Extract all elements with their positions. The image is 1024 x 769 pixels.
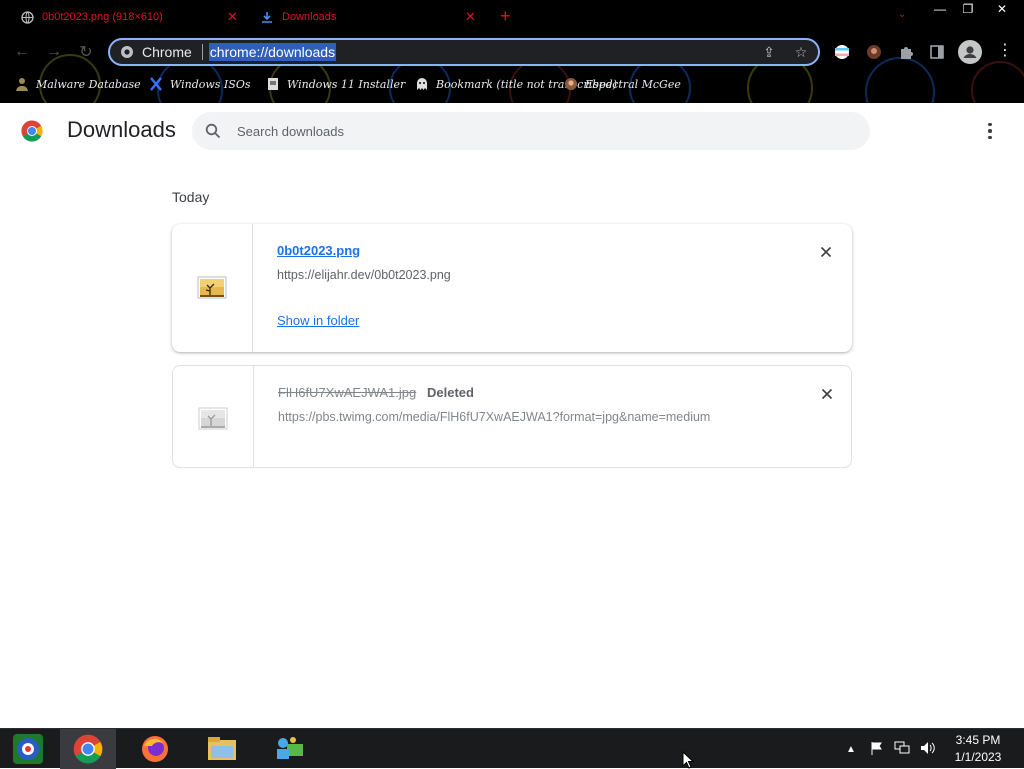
site-label: Chrome [142,44,192,60]
extension-flag-icon[interactable] [832,42,852,62]
file-name-link[interactable]: 0b0t2023.png [277,243,360,258]
avatar-icon [563,76,579,92]
window-controls: — ❐ ✕ [926,0,1022,18]
chrome-icon [73,734,103,764]
action-center-flag-icon[interactable] [870,741,884,758]
tab-title: 0b0t2023.png (918×610) [42,11,163,23]
new-tab-button[interactable]: + [500,7,511,25]
status-badge: Deleted [427,385,474,400]
share-icon[interactable]: ⇪ [760,44,778,61]
taskbar-file-explorer[interactable] [194,729,250,769]
user-silhouette-icon [14,76,30,92]
volume-icon[interactable] [920,741,936,758]
tab-search-icon[interactable]: ⌄ [898,9,906,20]
tab-downloads[interactable]: Downloads ✕ [260,4,485,30]
bookmarks-bar: Malware Database Windows ISOs Windows 11… [0,72,1024,96]
clock-time: 3:45 PM [955,733,1001,747]
tab-close-icon[interactable]: ✕ [465,9,476,25]
start-button[interactable] [0,729,56,769]
tab-title: Downloads [282,11,337,23]
network-icon[interactable] [894,741,910,758]
bookmark-item[interactable]: Windows ISOs [148,74,250,94]
remove-from-list-icon[interactable] [816,242,836,262]
tab-image[interactable]: 0b0t2023.png (918×610) ✕ [20,4,245,30]
tab-strip: 0b0t2023.png (918×610) ✕ Downloads ✕ + ⌄ [0,0,1024,34]
omnibox-divider [201,44,203,60]
bookmark-label: Malware Database [36,77,141,91]
bookmark-label: Windows 11 Installer [287,77,406,91]
forward-icon[interactable]: → [43,41,65,63]
globe-icon [20,10,34,24]
downloads-page: Downloads Today 0b0t2023.png https://eli… [0,103,1024,728]
file-icon-column [172,224,253,352]
bookmark-label: Espectral McGee [585,77,681,91]
system-clock[interactable]: 3:45 PM 1/1/2023 [946,732,1010,766]
reload-icon[interactable]: ↻ [75,41,97,63]
system-tray: ▲ [846,729,936,769]
taskbar-firefox[interactable] [127,729,183,769]
close-window-icon[interactable]: ✕ [982,0,1022,18]
bookmark-item[interactable]: Windows 11 Installer [265,74,405,94]
file-icon-column [173,366,254,467]
chrome-logo-icon [21,120,43,142]
omnibox[interactable]: Chrome chrome://downloads ⇪ ☆ [108,38,820,66]
search-bar[interactable] [192,112,870,150]
x-logo-icon [148,76,164,92]
start-orb-icon [13,734,43,764]
image-file-icon [197,276,227,299]
more-actions-icon[interactable] [982,121,998,141]
tab-close-icon[interactable]: ✕ [227,9,238,25]
bookmark-star-icon[interactable]: ☆ [792,44,810,61]
download-icon [260,10,274,24]
back-icon[interactable]: ← [11,41,33,63]
date-section-label: Today [172,189,210,205]
download-item: 0b0t2023.png https://elijahr.dev/0b0t202… [172,224,852,352]
extension-avatar-icon[interactable] [864,42,884,62]
firefox-icon [142,736,168,762]
file-explorer-icon [208,737,236,760]
browser-chrome: 0b0t2023.png (918×610) ✕ Downloads ✕ + ⌄… [0,0,1024,103]
taskbar: ▲ 3:45 PM 1/1/2023 [0,728,1024,769]
show-hidden-icons-icon[interactable]: ▲ [846,744,856,755]
ghost-icon [414,76,430,92]
browser-menu-icon[interactable]: ⋮ [997,40,1013,60]
url-text[interactable]: chrome://downloads [208,43,337,61]
minimize-icon[interactable]: — [926,0,954,18]
show-in-folder-link[interactable]: Show in folder [277,313,359,328]
mouse-cursor-icon [682,751,694,769]
remove-from-list-icon[interactable] [817,384,837,404]
page-header: Downloads [0,103,1024,159]
side-panel-icon[interactable] [927,42,947,62]
network-people-icon [277,737,303,759]
profile-avatar-icon[interactable] [958,40,982,64]
source-url: https://elijahr.dev/0b0t2023.png [277,268,451,282]
image-file-icon [198,407,228,430]
clock-date: 1/1/2023 [954,750,1002,764]
site-chip[interactable]: Chrome [110,44,192,60]
page-icon [265,76,281,92]
bookmark-item[interactable]: Espectral McGee [563,74,681,94]
search-input[interactable] [237,123,837,139]
extensions-puzzle-icon[interactable] [896,42,916,62]
bookmark-label: Windows ISOs [170,77,251,91]
source-url: https://pbs.twimg.com/media/FlH6fU7XwAEJ… [278,410,711,424]
file-name-deleted: FlH6fU7XwAEJWA1.jpg [278,385,417,400]
bookmark-item[interactable]: Malware Database [14,74,141,94]
toolbar: ← → ↻ Chrome chrome://downloads ⇪ ☆ [0,36,1024,68]
page-title: Downloads [67,117,176,142]
search-icon [205,123,221,139]
restore-icon[interactable]: ❐ [954,0,982,18]
taskbar-network-app[interactable] [261,729,317,769]
download-item: FlH6fU7XwAEJWA1.jpg Deleted https://pbs.… [172,365,852,468]
taskbar-chrome[interactable] [60,729,116,769]
chrome-site-icon [121,46,133,58]
